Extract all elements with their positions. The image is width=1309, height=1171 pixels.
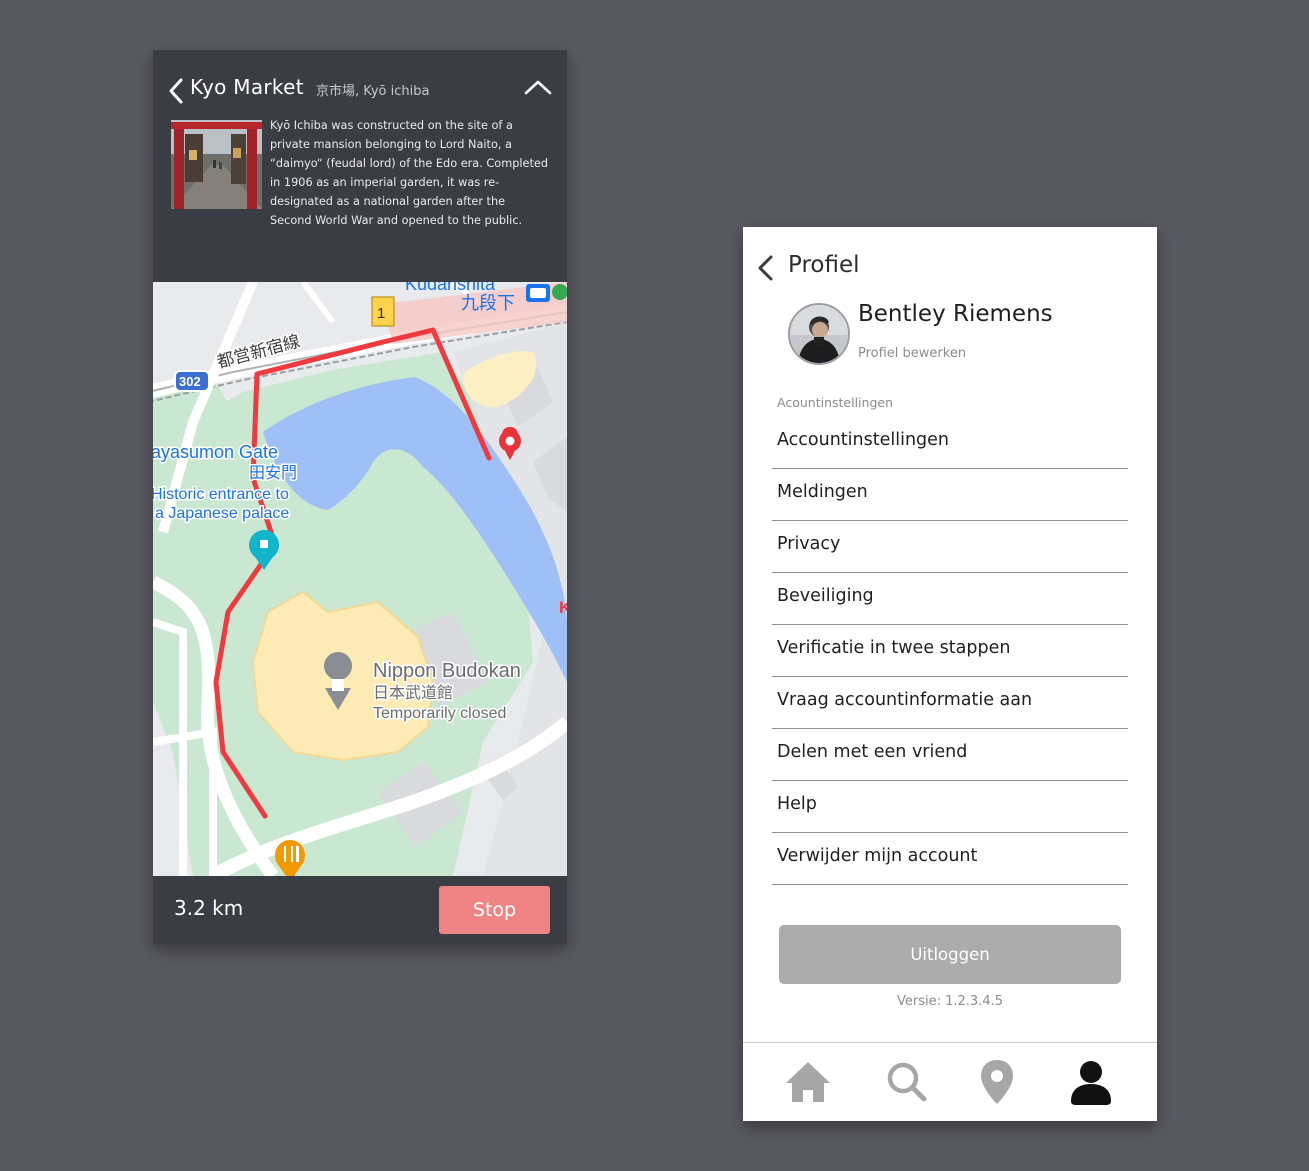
metro-icon: [526, 284, 550, 302]
gate-label: ayasumon Gate: [153, 442, 278, 462]
place-thumbnail: [171, 120, 262, 209]
chevron-left-icon[interactable]: [167, 78, 185, 104]
settings-item-label: Verificatie in twee stappen: [777, 638, 1011, 658]
settings-item-label: Accountinstellingen: [777, 430, 950, 450]
settings-item-accountinstellingen[interactable]: Accountinstellingen: [772, 417, 1128, 469]
place-description: Kyō Ichiba was constructed on the site o…: [270, 119, 549, 227]
venue-label-jp: 日本武道館: [373, 684, 453, 702]
settings-item-label: Beveiliging: [777, 586, 874, 606]
profile-screen: Profiel Bentley Riemens Profiel bewerken…: [743, 227, 1157, 1121]
navigation-screen: Kyo Market 京市場, Kyō ichiba Kyō Ichiba wa…: [153, 50, 567, 944]
location-pin-icon[interactable]: [972, 1057, 1022, 1107]
version-text: Versie: 1.2.3.4.5: [896, 994, 1003, 1009]
section-heading: Acountinstellingen: [777, 395, 893, 410]
settings-item-label: Help: [777, 794, 817, 814]
navigation-footer: 3.2 km Stop: [153, 876, 567, 944]
settings-item-delen[interactable]: Delen met een vriend: [772, 729, 1128, 781]
svg-text:1: 1: [377, 305, 385, 322]
settings-item-label: Privacy: [777, 534, 841, 554]
place-info-header: Kyo Market 京市場, Kyō ichiba Kyō Ichiba wa…: [153, 50, 567, 282]
settings-item-verificatie[interactable]: Verificatie in twee stappen: [772, 625, 1128, 677]
home-icon[interactable]: [783, 1057, 833, 1107]
edit-profile-link[interactable]: Profiel bewerken: [858, 346, 966, 361]
gate-note-line-2: a Japanese palace: [155, 505, 289, 522]
chevron-left-icon[interactable]: [756, 254, 774, 282]
station-label-jp: 九段下: [461, 293, 515, 313]
chevron-up-icon[interactable]: [523, 78, 553, 96]
exit-badge: 1: [371, 296, 395, 327]
user-icon[interactable]: [1066, 1057, 1116, 1107]
search-icon[interactable]: [882, 1057, 932, 1107]
settings-item-label: Delen met een vriend: [777, 742, 968, 762]
avatar[interactable]: [788, 303, 850, 365]
settings-item-help[interactable]: Help: [772, 781, 1128, 833]
place-subtitle: 京市場, Kyō ichiba: [316, 84, 430, 99]
logout-button[interactable]: Uitloggen: [779, 925, 1121, 984]
settings-item-meldingen[interactable]: Meldingen: [772, 469, 1128, 521]
settings-item-label: Meldingen: [777, 482, 868, 502]
settings-item-label: Vraag accountinformatie aan: [777, 690, 1033, 710]
user-name: Bentley Riemens: [858, 301, 1053, 327]
settings-item-verwijder-account[interactable]: Verwijder mijn account: [772, 833, 1128, 885]
settings-item-privacy[interactable]: Privacy: [772, 521, 1128, 573]
svg-text:302: 302: [179, 374, 201, 389]
road-badge: 302: [174, 370, 210, 392]
gate-label-jp: 田安門: [249, 464, 297, 482]
settings-item-label: Verwijder mijn account: [777, 846, 978, 866]
route-map[interactable]: Kudanshita 九段下 1 都営新宿線 302 ayasumon Gate…: [153, 282, 567, 876]
page-title: Profiel: [788, 252, 860, 278]
settings-item-beveiliging[interactable]: Beveiliging: [772, 573, 1128, 625]
place-title: Kyo Market: [190, 75, 304, 99]
edge-letter: K: [559, 598, 567, 617]
settings-list: Accountinstellingen Meldingen Privacy Be…: [772, 417, 1128, 885]
venue-label: Nippon Budokan: [373, 660, 521, 682]
settings-item-accountinformatie[interactable]: Vraag accountinformatie aan: [772, 677, 1128, 729]
bottom-tab-bar: [743, 1042, 1157, 1121]
distance-readout: 3.2 km: [174, 896, 244, 920]
venue-status: Temporarily closed: [373, 705, 506, 722]
gate-note-line-1: Historic entrance to: [153, 486, 289, 503]
stop-button[interactable]: Stop: [439, 886, 550, 934]
